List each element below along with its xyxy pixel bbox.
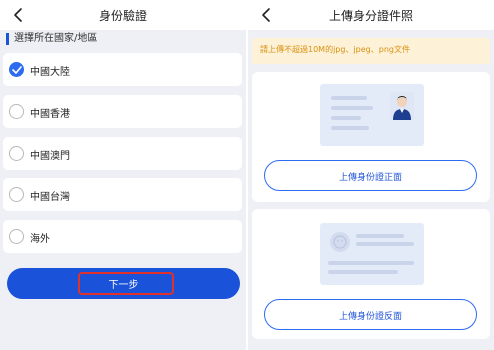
country-option-macau[interactable]: 中國澳門	[3, 137, 242, 170]
id-card-back-icon	[320, 223, 424, 285]
country-label: 中國台灣	[30, 192, 70, 203]
section-label: 選擇所在國家/地區	[6, 33, 97, 45]
country-option-hongkong[interactable]: 中國香港	[3, 95, 242, 128]
nav-bar: 上傳身分證件照	[248, 0, 494, 30]
id-front-card: 上傳身份證正面	[252, 72, 490, 202]
country-selection-screen: 身份驗證 選擇所在國家/地區 中國大陸 中國香港 中國澳門 中國台灣 海外 下一…	[0, 0, 246, 350]
radio-icon[interactable]	[9, 146, 24, 161]
nav-bar: 身份驗證	[0, 0, 246, 30]
highlight-box	[78, 272, 174, 295]
page-title: 身份驗證	[98, 9, 147, 23]
id-back-card: 上傳身份證反面	[252, 209, 490, 339]
radio-icon[interactable]	[9, 104, 24, 119]
upload-notice: 請上傳不超過10M的jpg、jpeg、png文件	[252, 38, 490, 64]
country-label: 海外	[30, 234, 50, 245]
radio-icon[interactable]	[9, 187, 24, 202]
upload-back-label: 上傳身份證反面	[338, 312, 402, 322]
country-label: 中國大陸	[30, 67, 70, 78]
country-label: 中國香港	[30, 109, 70, 120]
upload-id-back-button[interactable]: 上傳身份證反面	[264, 299, 477, 330]
page-title: 上傳身分證件照	[328, 9, 413, 23]
id-upload-screen: 上傳身分證件照 請上傳不超過10M的jpg、jpeg、png文件 上傳身份證正面	[248, 0, 494, 350]
radio-icon[interactable]	[9, 229, 24, 244]
country-option-overseas[interactable]: 海外	[3, 220, 242, 253]
upload-id-front-button[interactable]: 上傳身份證正面	[264, 160, 477, 191]
country-option-taiwan[interactable]: 中國台灣	[3, 178, 242, 211]
upload-front-label: 上傳身份證正面	[338, 173, 402, 183]
check-icon[interactable]	[9, 62, 24, 77]
id-card-front-icon	[320, 84, 424, 146]
country-option-mainland[interactable]: 中國大陸	[3, 53, 242, 86]
country-label: 中國澳門	[30, 151, 70, 162]
